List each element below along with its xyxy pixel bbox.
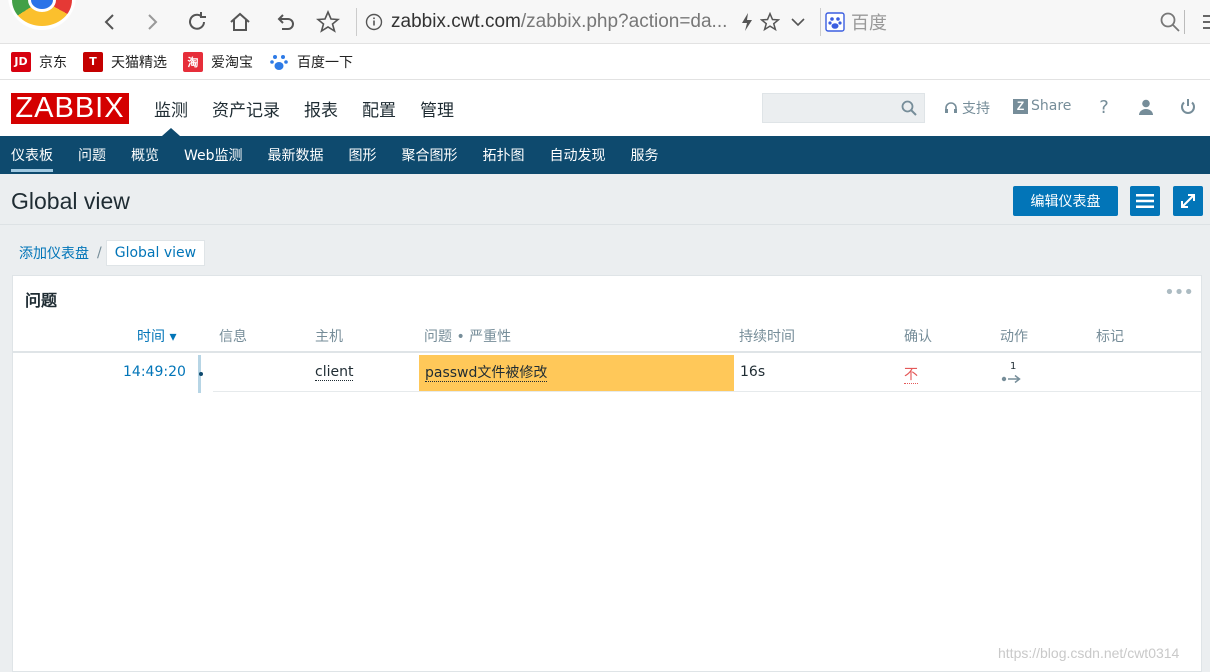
jd-icon: JD <box>11 51 31 72</box>
column-header-ack: 确认 <box>904 329 932 345</box>
search-icon[interactable] <box>1156 8 1184 36</box>
ack-link[interactable]: 不 <box>904 367 918 384</box>
bookmark-baidu[interactable]: 百度一下 <box>269 52 353 72</box>
back-icon[interactable] <box>96 8 124 36</box>
search-engine-label: 百度 <box>851 13 887 34</box>
menu-monitoring[interactable]: 监测 <box>154 96 188 136</box>
headset-icon <box>945 102 957 113</box>
problem-ack[interactable]: 不 <box>904 364 918 384</box>
home-icon[interactable] <box>226 8 254 36</box>
baidu-paw-icon <box>269 52 289 72</box>
problems-widget: 问题 ••• 时间 ▾ 信息 主机 问题 • 严重性 持续时间 确认 动作 标记… <box>12 275 1202 672</box>
table-row-divider <box>213 391 1201 392</box>
bookmark-taobao[interactable]: 淘 爱淘宝 <box>183 51 253 72</box>
bookmark-label: 百度一下 <box>297 54 353 71</box>
subnav-web[interactable]: Web监测 <box>184 136 243 174</box>
fullscreen-button[interactable] <box>1173 186 1203 216</box>
actions-cell[interactable]: 1 <box>1001 361 1025 385</box>
subnav-screens[interactable]: 聚合图形 <box>402 136 458 174</box>
subnav-latest-data[interactable]: 最新数据 <box>268 136 324 174</box>
watermark: https://blog.csdn.net/cwt0314 <box>998 645 1180 661</box>
subnav-dashboard[interactable]: 仪表板 <box>11 136 53 174</box>
bookmark-label: 京东 <box>39 54 67 71</box>
toolbar-divider <box>1184 10 1185 34</box>
problem-time-link[interactable]: 14:49:20 <box>123 364 186 380</box>
dashboard-menu-button[interactable] <box>1130 186 1160 216</box>
user-profile-icon[interactable] <box>1135 96 1157 118</box>
breadcrumb: 添加仪表盘 / Global view <box>11 240 206 266</box>
support-label: 支持 <box>962 101 990 117</box>
share-label: Share <box>1031 98 1072 114</box>
share-z-icon: Z <box>1013 98 1028 114</box>
logout-power-icon[interactable] <box>1177 96 1199 118</box>
bookmark-label: 天猫精选 <box>111 54 167 71</box>
browser-logo-icon <box>8 0 76 30</box>
table-header-divider <box>13 351 1201 353</box>
menu-administration[interactable]: 管理 <box>420 96 454 136</box>
menu-icon[interactable] <box>1194 8 1210 36</box>
page-title: Global view <box>11 188 130 214</box>
problem-name-link[interactable]: passwd文件被修改 <box>425 365 548 382</box>
subnav-problems[interactable]: 问题 <box>78 136 106 174</box>
problem-severity-cell[interactable]: passwd文件被修改 <box>419 355 734 391</box>
bookmark-label: 爱淘宝 <box>211 54 253 71</box>
column-header-actions: 动作 <box>1000 329 1028 345</box>
favorite-star-icon[interactable] <box>756 8 784 36</box>
taobao-icon: 淘 <box>183 51 203 72</box>
search-engine-box[interactable]: 百度 <box>820 8 887 36</box>
zabbix-header: ZABBIX 监测 资产记录 报表 配置 管理 支持 Z Share ? <box>0 80 1210 136</box>
title-divider <box>0 224 1210 225</box>
breadcrumb-add-dashboard[interactable]: 添加仪表盘 <box>11 243 97 263</box>
breadcrumb-separator: / <box>97 245 102 261</box>
subnav-discovery[interactable]: 自动发现 <box>550 136 606 174</box>
hamburger-icon <box>1136 194 1154 208</box>
problem-duration: 16s <box>740 364 766 380</box>
subnav-overview[interactable]: 概览 <box>131 136 159 174</box>
host-link[interactable]: client <box>315 364 354 381</box>
bookmark-star-icon[interactable] <box>314 8 342 36</box>
menu-inventory[interactable]: 资产记录 <box>212 96 280 136</box>
widget-title: 问题 <box>25 291 58 310</box>
main-menu: 监测 资产记录 报表 配置 管理 <box>154 96 478 136</box>
sub-navigation: 仪表板 问题 概览 Web监测 最新数据 图形 聚合图形 拓扑图 自动发现 服务 <box>0 136 1210 174</box>
timeline-dot <box>199 372 203 376</box>
header-search-input[interactable] <box>762 93 925 123</box>
url-text: zabbix.cwt.com/zabbix.php?action=da... <box>391 11 728 32</box>
subnav-services[interactable]: 服务 <box>631 136 659 174</box>
reload-icon[interactable] <box>183 8 211 36</box>
baidu-icon <box>825 12 845 32</box>
widget-options-icon[interactable]: ••• <box>1164 282 1194 303</box>
browser-toolbar: zabbix.cwt.com/zabbix.php?action=da... 百… <box>0 0 1210 44</box>
fullscreen-icon <box>1181 194 1195 208</box>
forward-icon[interactable] <box>138 8 166 36</box>
help-icon[interactable]: ? <box>1093 96 1115 118</box>
bookmark-jd[interactable]: JD 京东 <box>11 51 67 72</box>
support-link[interactable]: 支持 <box>943 98 990 118</box>
zabbix-logo[interactable]: ZABBIX <box>11 92 129 124</box>
breadcrumb-current[interactable]: Global view <box>105 240 206 266</box>
info-icon <box>365 13 383 31</box>
column-header-tags: 标记 <box>1096 329 1124 345</box>
action-arrow-icon <box>1001 374 1021 384</box>
column-header-time[interactable]: 时间 ▾ <box>137 326 176 346</box>
search-icon[interactable] <box>900 99 918 117</box>
bookmarks-bar: JD 京东 T 天猫精选 淘 爱淘宝 百度一下 <box>0 44 1210 80</box>
menu-reports[interactable]: 报表 <box>304 96 338 136</box>
subnav-maps[interactable]: 拓扑图 <box>483 136 525 174</box>
share-link[interactable]: Z Share <box>1013 98 1071 114</box>
column-header-info: 信息 <box>219 329 247 345</box>
bookmark-tmall[interactable]: T 天猫精选 <box>83 51 167 72</box>
chevron-down-icon[interactable] <box>784 8 812 36</box>
column-header-duration: 持续时间 <box>739 329 795 345</box>
tmall-icon: T <box>83 51 103 72</box>
subnav-graphs[interactable]: 图形 <box>349 136 377 174</box>
column-header-problem: 问题 • 严重性 <box>424 329 512 345</box>
edit-dashboard-button[interactable]: 编辑仪表盘 <box>1013 186 1118 216</box>
undo-icon[interactable] <box>271 8 299 36</box>
problem-host[interactable]: client <box>315 364 354 381</box>
column-header-host: 主机 <box>315 329 343 345</box>
menu-configuration[interactable]: 配置 <box>362 96 396 136</box>
